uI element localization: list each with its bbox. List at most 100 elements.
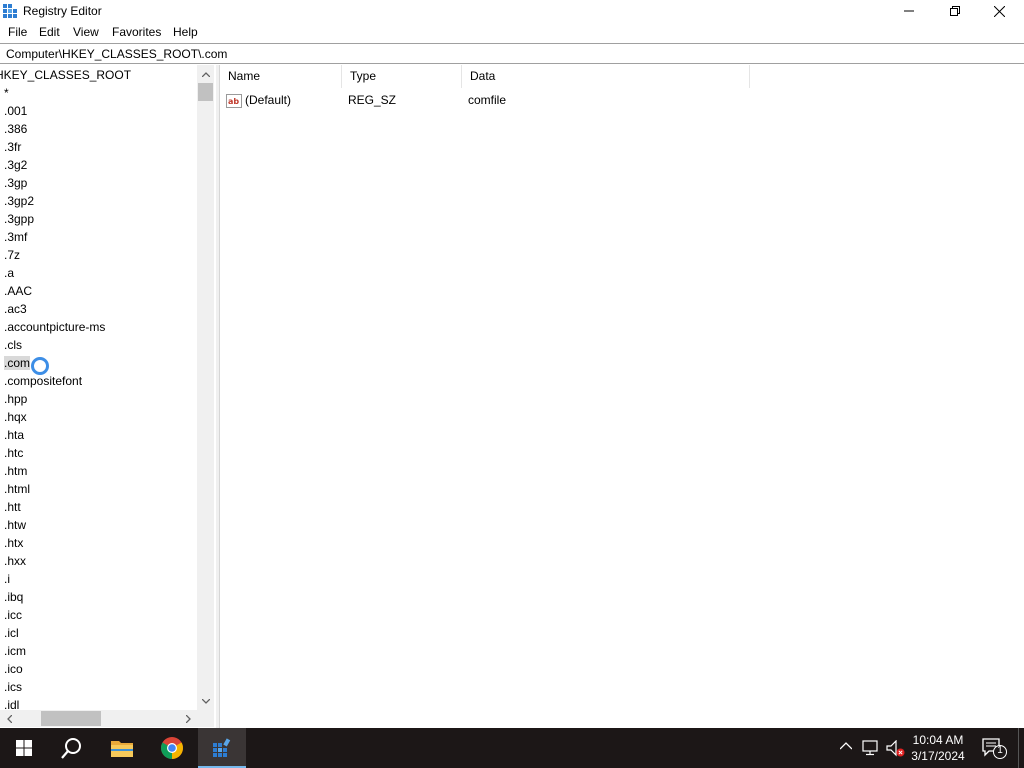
start-button[interactable] — [0, 728, 48, 768]
registry-editor-taskbar-button[interactable] — [198, 728, 246, 768]
tree-item[interactable]: .3g2 — [0, 156, 197, 174]
tree-horizontal-scrollbar[interactable] — [0, 710, 197, 727]
svg-text:ab: ab — [228, 97, 239, 106]
scroll-down-button[interactable] — [197, 692, 214, 710]
tree-item-label: .html — [4, 482, 31, 496]
tree-item[interactable]: .htt — [0, 498, 197, 516]
horizontal-scroll-thumb[interactable] — [41, 711, 101, 726]
column-header-data[interactable]: Data — [462, 65, 750, 88]
tree-item[interactable]: .386 — [0, 120, 197, 138]
tree-item-label: .icm — [4, 644, 26, 658]
tree-item[interactable]: .ac3 — [0, 300, 197, 318]
tree-item-label: .htc — [4, 446, 24, 460]
action-center-button[interactable]: 1 — [980, 736, 1008, 760]
tree-item[interactable]: .hqx — [0, 408, 197, 426]
scroll-left-button[interactable] — [2, 710, 16, 727]
tree-item[interactable]: .icc — [0, 606, 197, 624]
system-clock[interactable]: 10:04 AM 3/17/2024 — [900, 732, 976, 764]
tree-item[interactable]: .ibq — [0, 588, 197, 606]
menu-help[interactable]: Help — [173, 25, 198, 39]
chrome-button[interactable] — [148, 728, 196, 768]
vertical-scroll-thumb[interactable] — [198, 83, 213, 101]
tree-item[interactable]: .3mf — [0, 228, 197, 246]
tree-item[interactable]: .html — [0, 480, 197, 498]
search-button[interactable] — [48, 728, 96, 768]
values-pane[interactable]: Name Type Data ab (Default) REG_SZ comfi… — [220, 65, 1024, 728]
tree-item[interactable]: .htx — [0, 534, 197, 552]
tree-item-label: .htx — [4, 536, 24, 550]
tree-item-label: .htw — [4, 518, 27, 532]
address-path: Computer\HKEY_CLASSES_ROOT\.com — [6, 47, 228, 61]
menu-bar: File Edit View Favorites Help — [0, 23, 1024, 42]
tree-item[interactable]: .hta — [0, 426, 197, 444]
menu-view[interactable]: View — [73, 25, 99, 39]
tree-item[interactable]: .icm — [0, 642, 197, 660]
tree-item-label: .001 — [4, 104, 28, 118]
clock-time: 10:04 AM — [912, 733, 964, 747]
tree-root-item[interactable]: HKEY_CLASSES_ROOT — [0, 68, 197, 84]
minimize-button[interactable] — [886, 0, 932, 22]
tree-item-label: * — [4, 86, 9, 100]
folder-icon — [111, 741, 133, 757]
tree-item[interactable]: .htw — [0, 516, 197, 534]
minimize-icon — [904, 10, 914, 12]
value-name: (Default) — [245, 93, 292, 107]
tree-item-label: .ics — [4, 680, 22, 694]
column-header-type[interactable]: Type — [342, 65, 462, 88]
value-row[interactable]: ab (Default) REG_SZ comfile — [220, 90, 750, 110]
tree-item[interactable]: .cls — [0, 336, 197, 354]
tree-item[interactable]: .3fr — [0, 138, 197, 156]
tree-pane[interactable]: HKEY_CLASSES_ROOT * .001 .386 .3fr .3g2 .3gp.… — [0, 65, 216, 728]
tree-item-label: .i — [4, 572, 10, 586]
address-bar[interactable]: Computer\HKEY_CLASSES_ROOT\.com — [0, 43, 1024, 64]
tree-item-label: .3mf — [4, 230, 28, 244]
tree-item-label: .7z — [4, 248, 21, 262]
tree-item[interactable]: .com — [0, 354, 197, 372]
close-button[interactable] — [976, 0, 1022, 22]
file-explorer-button[interactable] — [98, 728, 146, 768]
tree-item[interactable]: .htc — [0, 444, 197, 462]
clock-date: 3/17/2024 — [911, 749, 965, 763]
tree-item[interactable]: .hpp — [0, 390, 197, 408]
show-desktop-button[interactable] — [1018, 728, 1024, 768]
tree-item[interactable]: .7z — [0, 246, 197, 264]
tree-item-label: .386 — [4, 122, 28, 136]
tree-item[interactable]: .a — [0, 264, 197, 282]
restore-button[interactable] — [932, 0, 978, 22]
scroll-right-button[interactable] — [181, 710, 195, 727]
tree-item[interactable]: .AAC — [0, 282, 197, 300]
tree-item[interactable]: .accountpicture-ms — [0, 318, 197, 336]
network-icon[interactable] — [862, 740, 880, 756]
tree-item-label: .cls — [4, 338, 22, 352]
menu-edit[interactable]: Edit — [39, 25, 60, 39]
close-icon — [993, 5, 1005, 17]
tree-item[interactable]: .ics — [0, 678, 197, 696]
tree-item-label: .a — [4, 266, 15, 280]
tree-item[interactable]: .3gpp — [0, 210, 197, 228]
tree-item[interactable]: * — [0, 84, 197, 102]
menu-file[interactable]: File — [8, 25, 27, 39]
tree-item[interactable]: .icl — [0, 624, 197, 642]
column-header-name[interactable]: Name — [220, 65, 342, 88]
chevron-up-icon[interactable] — [840, 742, 852, 750]
tree-item[interactable]: .001 — [0, 102, 197, 120]
tree-item[interactable]: .compositefont — [0, 372, 197, 390]
tree-root-label: HKEY_CLASSES_ROOT — [0, 68, 132, 82]
menu-favorites[interactable]: Favorites — [112, 25, 161, 39]
taskbar: 10:04 AM 3/17/2024 1 — [0, 728, 1024, 768]
search-icon — [61, 738, 81, 759]
scroll-up-button[interactable] — [197, 65, 214, 83]
tree-item-label: .hta — [4, 428, 25, 442]
tree-item-label: .3gpp — [4, 212, 35, 226]
tree-item[interactable]: .hxx — [0, 552, 197, 570]
chevron-down-icon — [201, 698, 210, 704]
tree-item-label: .htt — [4, 500, 21, 514]
tree-vertical-scrollbar[interactable] — [197, 65, 214, 710]
tree-item[interactable]: .ico — [0, 660, 197, 678]
value-name-cell: ab (Default) — [226, 90, 291, 110]
tree-item[interactable]: .htm — [0, 462, 197, 480]
tree-item[interactable]: .3gp2 — [0, 192, 197, 210]
tree-item[interactable]: .3gp — [0, 174, 197, 192]
tree-item-label: .ibq — [4, 590, 24, 604]
tree-item[interactable]: .i — [0, 570, 197, 588]
